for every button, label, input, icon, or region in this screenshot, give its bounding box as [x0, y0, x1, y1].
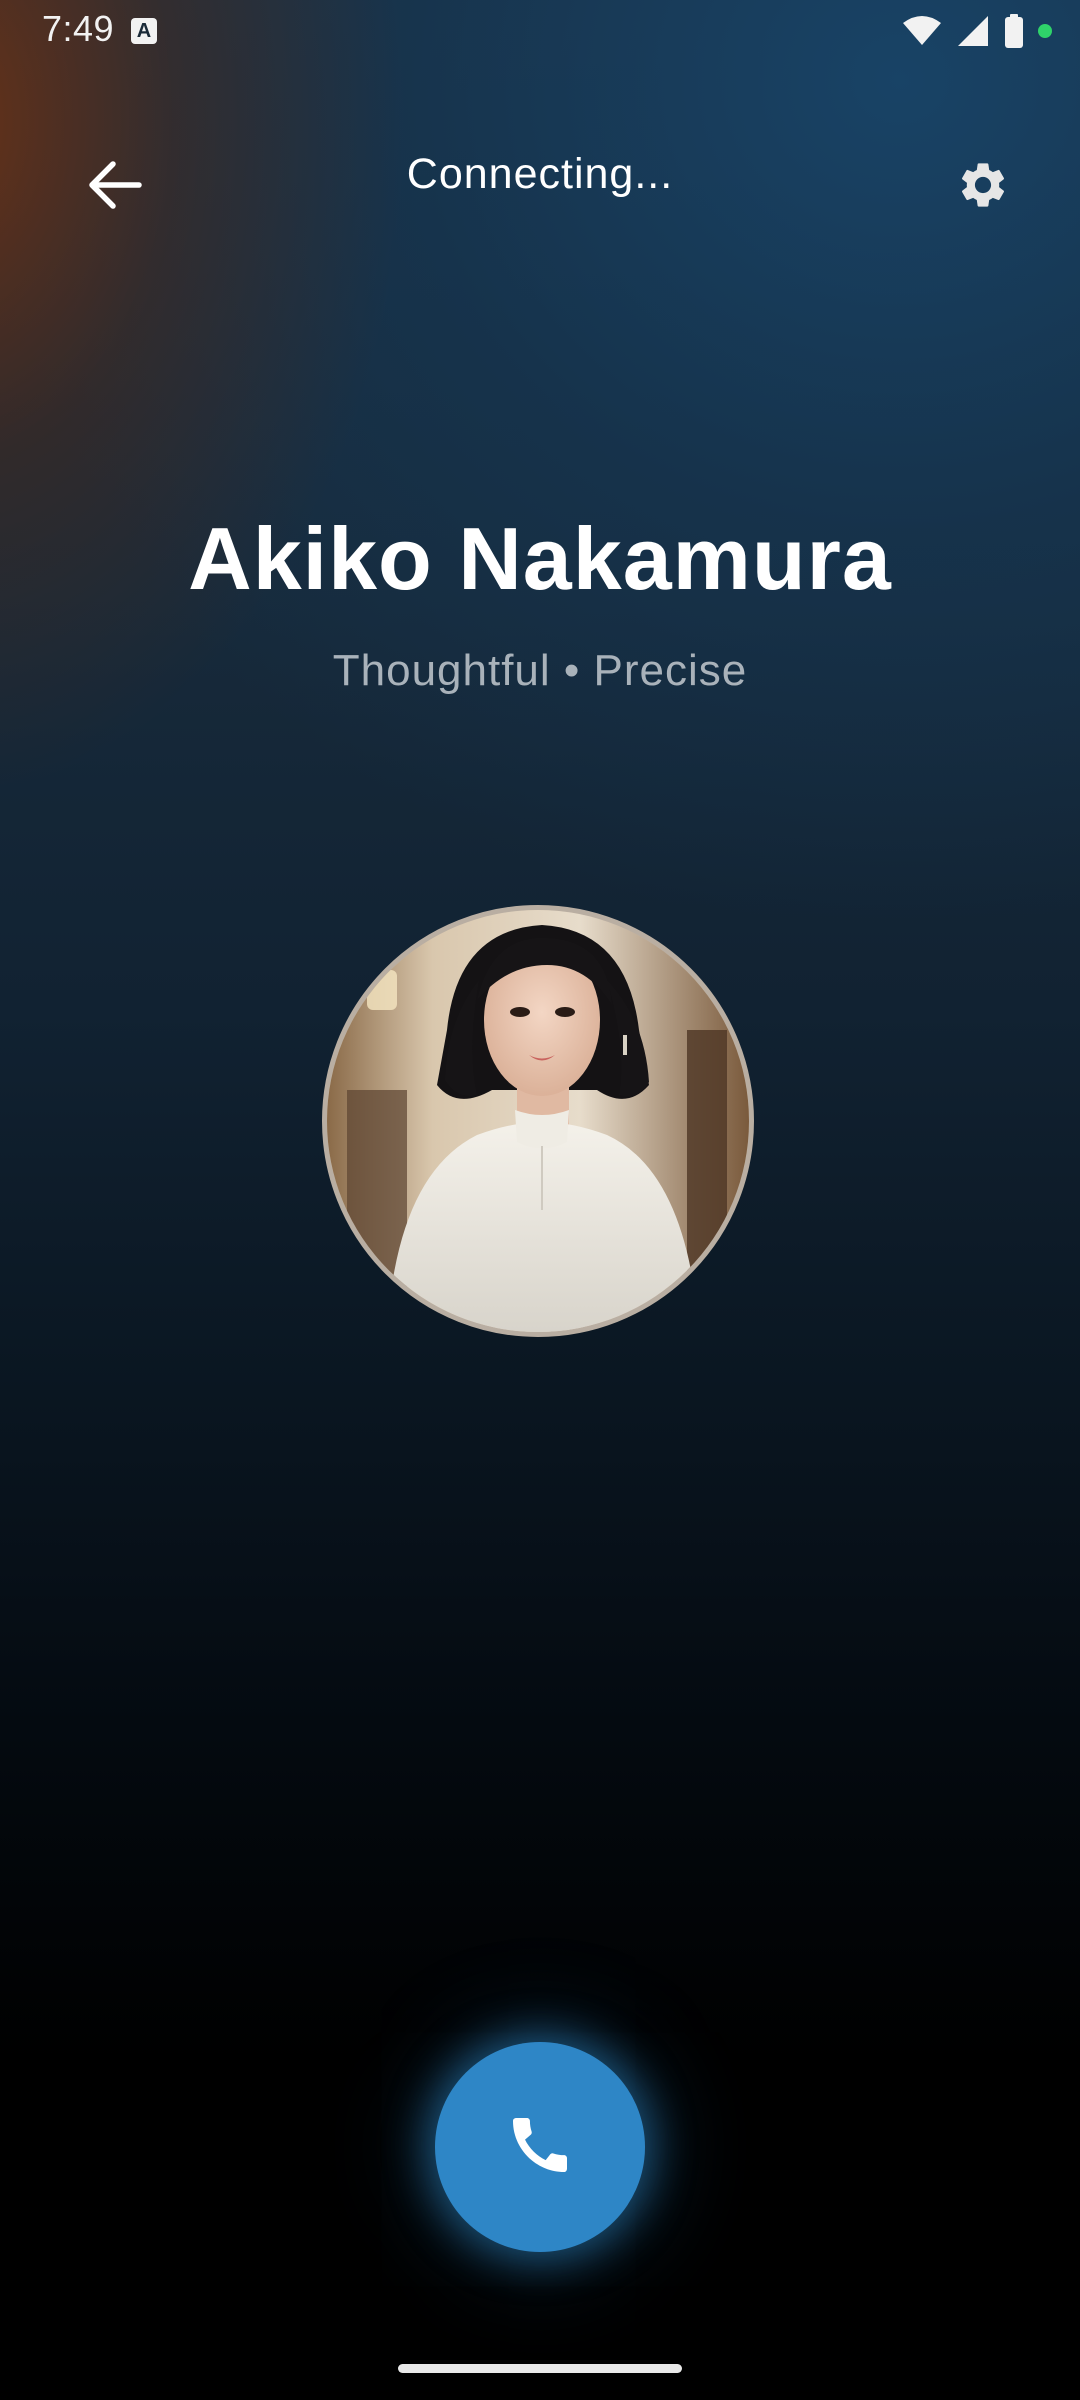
contact-name: Akiko Nakamura — [188, 509, 892, 608]
page-title: Connecting... — [406, 150, 674, 198]
portrait-photo — [327, 910, 749, 1332]
call-screen: 7:49 A Connecting... Akiko Nakamura Thou… — [0, 0, 1080, 2400]
signal-icon — [956, 15, 990, 47]
status-icons — [902, 14, 1052, 48]
back-button[interactable] — [70, 142, 160, 232]
a-app-icon: A — [131, 18, 157, 44]
call-button[interactable] — [435, 2042, 645, 2252]
contact-traits: Thoughtful • Precise — [332, 646, 748, 695]
status-time: 7:49 — [42, 8, 115, 49]
gear-icon — [956, 158, 1010, 217]
top-app-bar: Connecting... — [0, 120, 1080, 236]
privacy-dot-icon — [1038, 24, 1052, 38]
wifi-icon — [902, 15, 942, 47]
battery-icon — [1004, 14, 1024, 48]
status-bar: 7:49 A — [0, 0, 1080, 62]
home-indicator[interactable] — [398, 2364, 682, 2373]
arrow-left-icon — [87, 160, 143, 215]
phone-icon — [504, 2109, 576, 2186]
settings-button[interactable] — [938, 142, 1028, 232]
avatar — [322, 905, 754, 1337]
